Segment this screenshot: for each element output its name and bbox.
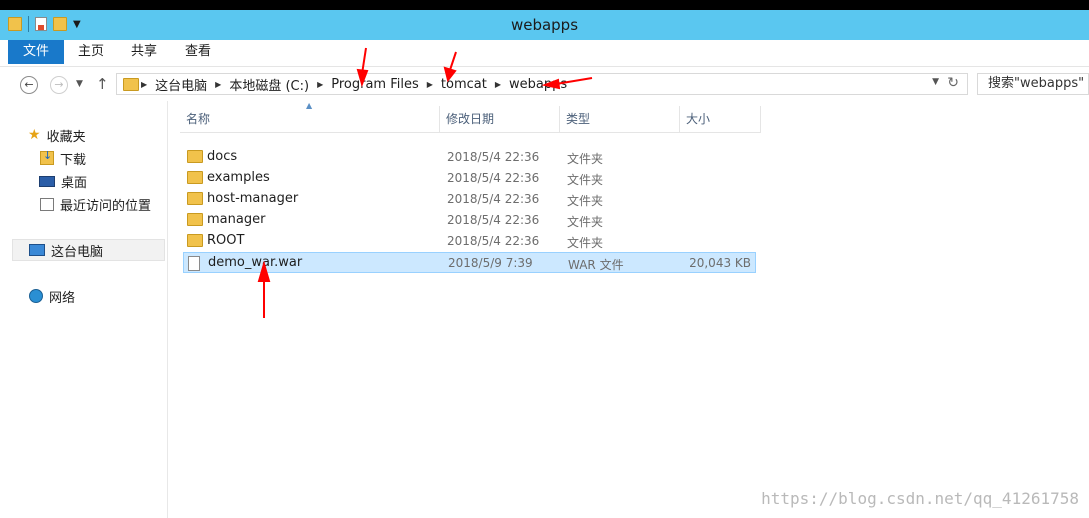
annotation-arrowhead — [443, 66, 457, 83]
annotation-arrows — [257, 47, 593, 318]
annotation-arrow — [449, 51, 457, 71]
annotation-arrowhead — [356, 68, 369, 88]
annotation-arrow — [555, 77, 593, 85]
annotation-arrowhead — [541, 78, 561, 90]
annotation-arrowhead — [257, 260, 271, 282]
